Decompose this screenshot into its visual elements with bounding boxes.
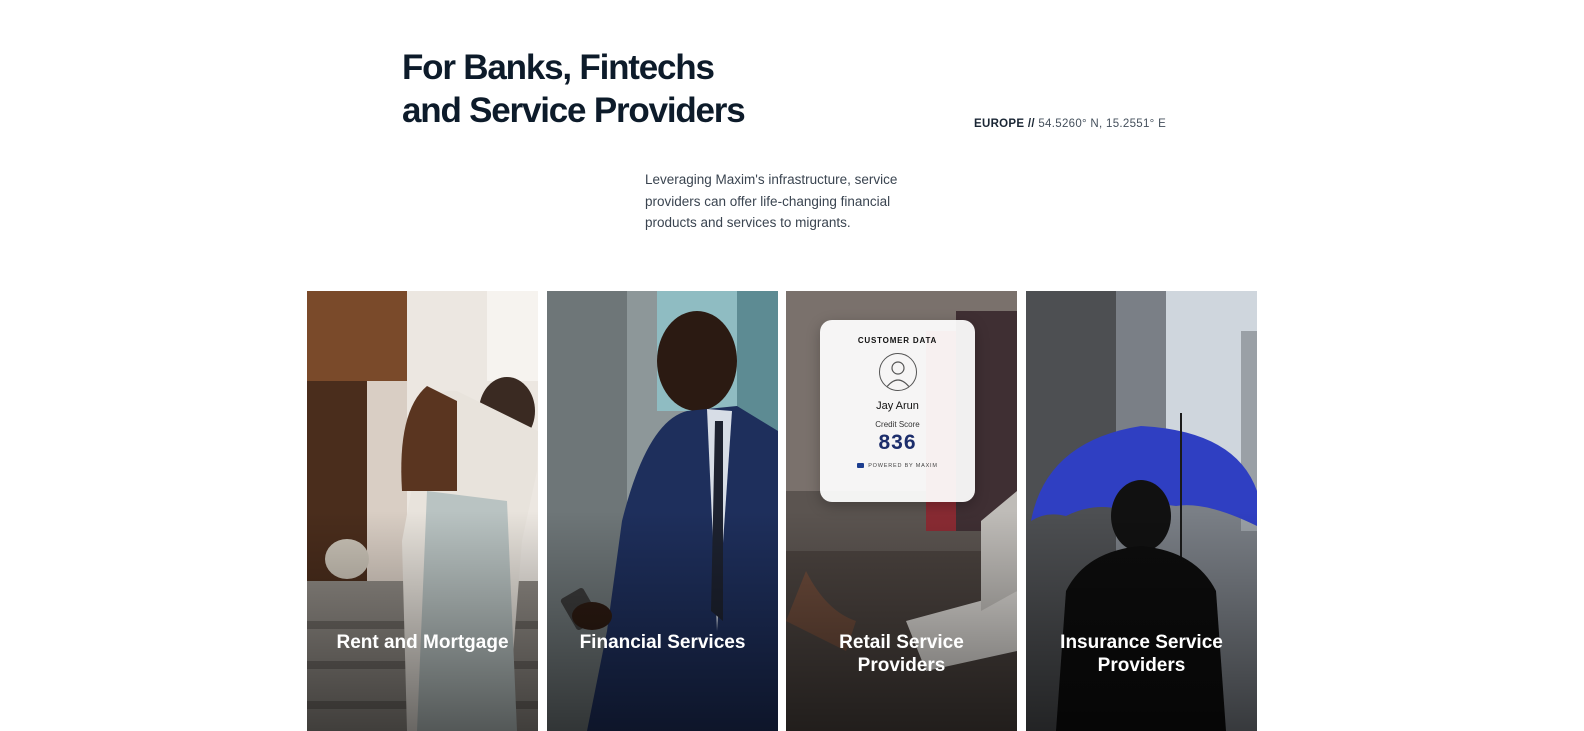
card-shade <box>307 511 538 731</box>
customer-data-widget: CUSTOMER DATA Jay Arun Credit Score 836 … <box>820 320 975 502</box>
card-label: Rent and Mortgage <box>336 632 509 653</box>
credit-score-label: Credit Score <box>875 420 920 429</box>
section-title: For Banks, Fintechs and Service Provider… <box>402 46 746 132</box>
widget-title: CUSTOMER DATA <box>857 336 938 345</box>
card-rent-mortgage[interactable]: Rent and Mortgage <box>307 291 538 731</box>
location-coordinates: EUROPE // 54.5260° N, 15.2551° E <box>974 118 1166 130</box>
maxim-logo-icon <box>857 463 865 469</box>
section-description: Leveraging Maxim's infrastructure, servi… <box>645 172 898 230</box>
customer-name: Jay Arun <box>876 400 919 412</box>
section-title-line-1: For Banks, Fintechs <box>402 48 715 87</box>
avatar-icon <box>878 353 917 391</box>
card-label: Retail Service Providers <box>839 632 964 676</box>
location-coords-value: 54.5260° N, 15.2551° E <box>1038 118 1167 130</box>
credit-score-value: 836 <box>878 431 917 454</box>
card-shade <box>547 511 778 731</box>
section-title-line-2: and Service Providers <box>402 91 746 130</box>
location-region: EUROPE // <box>974 118 1035 130</box>
card-retail-service-providers[interactable]: CUSTOMER DATA Jay Arun Credit Score 836 … <box>786 291 1017 731</box>
card-insurance-service-providers[interactable]: Insurance Service Providers <box>1026 291 1257 731</box>
powered-by-text: POWERED BY MAXIM <box>868 463 938 469</box>
card-shade <box>786 511 1017 731</box>
powered-by: POWERED BY MAXIM <box>820 463 975 469</box>
service-cards: Rent and Mortgage Financial Services CUS… <box>307 291 1257 731</box>
card-label: Financial Services <box>579 632 746 653</box>
card-financial-services[interactable]: Financial Services <box>547 291 778 731</box>
card-shade <box>1026 511 1257 731</box>
card-label: Insurance Service Providers <box>1060 632 1223 676</box>
